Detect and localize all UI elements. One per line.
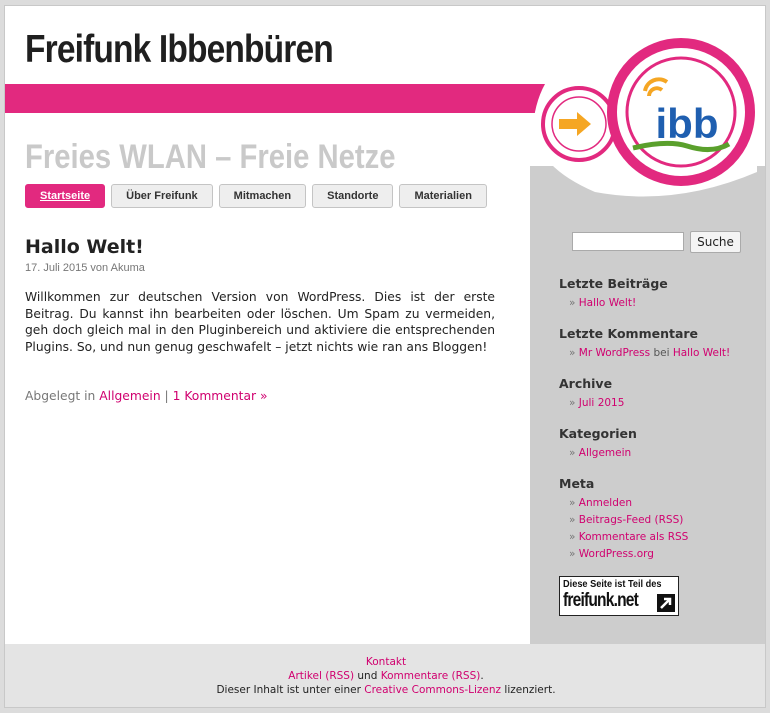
main-nav: Startseite Über Freifunk Mitmachen Stand… — [25, 184, 487, 208]
header-bar — [5, 84, 565, 113]
list-item: Mr WordPress bei Hallo Welt! — [569, 345, 759, 362]
list-item: Beitrags-Feed (RSS) — [569, 512, 759, 529]
comment-author-link[interactable]: Mr WordPress — [579, 347, 650, 359]
contact-link[interactable]: Kontakt — [366, 656, 406, 668]
license-prefix: Dieser Inhalt ist unter einer — [216, 684, 361, 696]
widget-title: Letzte Kommentare — [559, 326, 699, 341]
site-title[interactable]: Freifunk Ibbenbüren — [25, 28, 334, 72]
search-button[interactable]: Suche — [690, 231, 741, 253]
freifunk-badge[interactable]: Diese Seite ist Teil des freifunk.net — [559, 576, 679, 616]
license-suffix: lizenziert. — [504, 684, 556, 696]
separator: | — [164, 389, 169, 403]
list-item: Anmelden — [569, 495, 759, 512]
list-item: Allgemein — [569, 445, 759, 462]
widget-title: Meta — [559, 476, 595, 491]
site-footer: Kontakt Artikel (RSS) und Kommentare (RS… — [5, 644, 765, 707]
meta-login-link[interactable]: Anmelden — [579, 497, 632, 509]
site-tagline: Freies WLAN – Freie Netze — [25, 138, 396, 176]
widget-recent-comments: Letzte Kommentare Mr WordPress bei Hallo… — [559, 326, 759, 362]
category-link[interactable]: Allgemein — [99, 389, 160, 403]
footer-and: und — [357, 670, 378, 682]
comment-connector: bei — [653, 347, 670, 359]
widget-categories: Kategorien Allgemein — [559, 426, 759, 462]
post-body: Willkommen zur deutschen Version von Wor… — [25, 290, 495, 355]
list-item: Hallo Welt! — [569, 295, 759, 312]
search-input[interactable] — [572, 232, 684, 251]
post-title[interactable]: Hallo Welt! — [25, 236, 144, 258]
site-logo[interactable]: ibb — [537, 36, 759, 196]
nav-tab-materialien[interactable]: Materialien — [399, 184, 487, 208]
list-item: Kommentare als RSS — [569, 529, 759, 546]
archive-link[interactable]: Juli 2015 — [579, 397, 625, 409]
meta-comments-rss-link[interactable]: Kommentare als RSS — [579, 531, 689, 543]
widget-archive: Archive Juli 2015 — [559, 376, 759, 412]
category-link[interactable]: Allgemein — [579, 447, 631, 459]
footer-period: . — [480, 670, 484, 682]
nav-tab-standorte[interactable]: Standorte — [312, 184, 394, 208]
list-item: Juli 2015 — [569, 395, 759, 412]
comment-post-link[interactable]: Hallo Welt! — [673, 347, 730, 359]
widget-title: Letzte Beiträge — [559, 276, 668, 291]
page: Freifunk Ibbenbüren ibb Freies WLAN – Fr… — [4, 5, 766, 708]
list-item: WordPress.org — [569, 546, 759, 563]
post-footer: Abgelegt in Allgemein | 1 Kommentar » — [25, 389, 268, 403]
meta-wordpress-link[interactable]: WordPress.org — [579, 548, 654, 560]
nav-tab-mitmachen[interactable]: Mitmachen — [218, 184, 307, 208]
logo-text: ibb — [656, 100, 719, 147]
comments-link[interactable]: 1 Kommentar » — [173, 389, 268, 403]
sidebar: Letzte Beiträge Hallo Welt! Letzte Komme… — [559, 276, 759, 577]
widget-meta: Meta Anmelden Beitrags-Feed (RSS) Kommen… — [559, 476, 759, 563]
meta-feed-link[interactable]: Beitrags-Feed (RSS) — [579, 514, 684, 526]
nav-tab-startseite[interactable]: Startseite — [25, 184, 106, 208]
recent-post-link[interactable]: Hallo Welt! — [579, 297, 636, 309]
widget-title: Kategorien — [559, 426, 637, 441]
widget-recent-posts: Letzte Beiträge Hallo Welt! — [559, 276, 759, 312]
badge-caption: Diese Seite ist Teil des — [563, 579, 662, 590]
badge-title: freifunk.net — [563, 590, 639, 611]
external-arrow-icon — [657, 594, 675, 612]
filed-label: Abgelegt in — [25, 389, 96, 403]
license-link[interactable]: Creative Commons-Lizenz — [364, 684, 501, 696]
nav-tab-ueber-freifunk[interactable]: Über Freifunk — [111, 184, 213, 208]
post-meta: 17. Juli 2015 von Akuma — [25, 262, 145, 274]
comments-rss-link[interactable]: Kommentare (RSS) — [381, 670, 481, 682]
widget-title: Archive — [559, 376, 613, 391]
articles-rss-link[interactable]: Artikel (RSS) — [288, 670, 354, 682]
